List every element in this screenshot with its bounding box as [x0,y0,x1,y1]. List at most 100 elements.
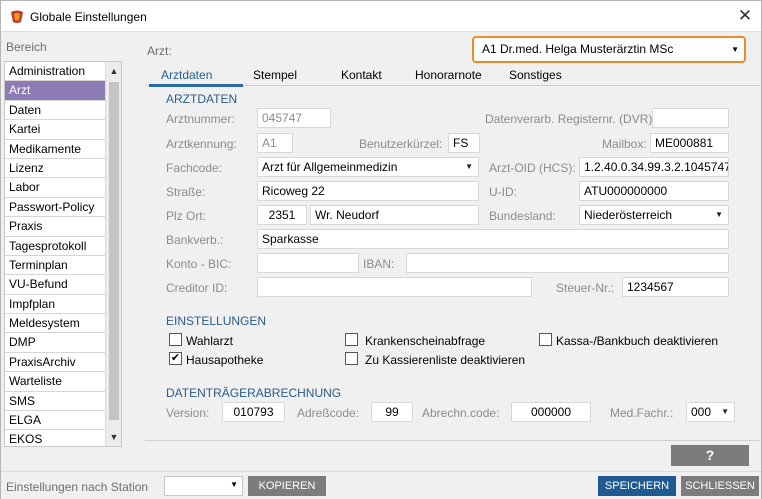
station-select[interactable]: ▼ [164,476,243,496]
sidebar-item-labor[interactable]: Labor [5,178,106,198]
main-content: Arzt: A1 Dr.med. Helga Musterärztin MSc … [145,35,760,441]
strasse-field[interactable]: Ricoweg 22 [257,181,479,201]
chevron-down-icon: ▼ [731,45,739,54]
station-label: Einstellungen nach Station [6,480,149,494]
close-icon[interactable]: ✕ [733,5,757,27]
scroll-thumb[interactable] [109,82,119,420]
mailbox-field[interactable]: ME000881 [650,133,729,153]
medfachr-select[interactable]: 000 ▼ [686,402,735,422]
tab-bar: Arztdaten Stempel Kontakt Honorarnote So… [145,66,760,86]
sidebar-item-lizenz[interactable]: Lizenz [5,159,106,179]
arztkennung-field: A1 [257,133,293,153]
sidebar-item-tagesprotokoll[interactable]: Tagesprotokoll [5,237,106,256]
creditor-label: Creditor ID: [166,281,228,295]
fachcode-select[interactable]: Arzt für Allgemeinmedizin ▼ [257,157,479,177]
uid-label: U-ID: [489,185,517,199]
window-title: Globale Einstellungen [30,10,147,24]
creditor-field[interactable] [257,277,532,297]
scroll-up-icon[interactable]: ▲ [106,63,121,79]
krankenschein-label: Krankenscheinabfrage [365,334,486,348]
adresscode-field[interactable]: 99 [371,402,413,422]
hausapotheke-checkbox[interactable]: ✔ [169,352,182,365]
sidebar-item-daten[interactable]: Daten [5,101,106,121]
help-button[interactable]: ? [671,445,749,466]
wahlarzt-checkbox[interactable] [169,333,182,346]
arzt-oid-field[interactable]: 1.2.40.0.34.99.3.2.1045747 [579,157,729,177]
adresscode-label: Adreßcode: [297,406,360,420]
sidebar-item-medikamente[interactable]: Medikamente [5,140,106,159]
kassa-checkbox[interactable] [539,333,552,346]
krankenschein-checkbox[interactable] [345,333,358,346]
version-field[interactable]: 010793 [222,402,285,422]
tab-sonstiges[interactable]: Sonstiges [509,68,562,82]
speichern-button[interactable]: SPEICHERN [598,476,676,496]
arztdaten-heading: ARZTDATEN [166,92,238,106]
sidebar-item-arzt[interactable]: Arzt [5,81,106,101]
bankverb-field[interactable]: Sparkasse [257,229,729,249]
sidebar-item-ekos[interactable]: EKOS [5,430,106,446]
steuer-field[interactable]: 1234567 [622,277,729,297]
mailbox-label: Mailbox: [602,137,647,151]
bundesland-select[interactable]: Niederösterreich ▼ [579,205,729,225]
scroll-down-icon[interactable]: ▼ [106,429,121,445]
kassierenliste-label: Zu Kassierenliste deaktivieren [365,353,526,367]
arztdaten-panel: ARZTDATEN Arztnummer: 045747 Datenverarb… [145,87,760,441]
sidebar: Administration Arzt Daten Kartei Medikamente… [4,61,122,447]
settings-window: Globale Einstellungen ✕ Bereich Administ… [0,0,762,499]
tab-kontakt[interactable]: Kontakt [341,68,382,82]
hausapotheke-label: Hausapotheke [186,353,264,367]
footer-bar: Einstellungen nach Station ▼ KOPIEREN SP… [1,471,761,499]
iban-field[interactable] [406,253,729,273]
sidebar-item-administration[interactable]: Administration [5,62,106,82]
sidebar-item-praxisarchiv[interactable]: PraxisArchiv [5,353,106,373]
uid-field[interactable]: ATU000000000 [579,181,729,201]
arzt-select[interactable]: A1 Dr.med. Helga Musterärztin MSc ▼ [472,36,746,63]
sidebar-item-terminplan[interactable]: Terminplan [5,256,106,276]
benutzerkuerzel-label: Benutzerkürzel: [359,137,443,151]
version-label: Version: [166,406,210,420]
sidebar-list: Administration Arzt Daten Kartei Medikamente… [5,62,106,446]
sidebar-item-kartei[interactable]: Kartei [5,120,106,140]
sidebar-item-passwort-policy[interactable]: Passwort-Policy [5,198,106,218]
tab-honorarnote[interactable]: Honorarnote [415,68,482,82]
title-bar: Globale Einstellungen ✕ [1,1,761,32]
arzt-select-value: A1 Dr.med. Helga Musterärztin MSc [482,42,674,56]
einstellungen-heading: EINSTELLUNGEN [166,314,267,328]
sidebar-item-meldesystem[interactable]: Meldesystem [5,314,106,334]
sidebar-item-warteliste[interactable]: Warteliste [5,372,106,392]
chevron-down-icon: ▼ [230,480,238,489]
kassa-label: Kassa-/Bankbuch deaktivieren [556,334,719,348]
arztnummer-label: Arztnummer: [166,112,235,126]
dvr-label: Datenverarb. Registernr. (DVR): [485,112,656,126]
sidebar-item-sms[interactable]: SMS [5,392,106,412]
chevron-down-icon: ▼ [721,407,729,416]
strasse-label: Straße: [166,185,206,199]
sidebar-item-elga[interactable]: ELGA [5,411,106,431]
dvr-field[interactable] [652,108,729,128]
datentraeger-heading: DATENTRÄGERABRECHNUNG [166,386,342,400]
medfachr-label: Med.Fachr.: [610,406,674,420]
chevron-down-icon: ▼ [465,162,473,171]
sidebar-item-vu-befund[interactable]: VU-Befund [5,275,106,295]
abrechn-label: Abrechn.code: [422,406,500,420]
sidebar-item-impfplan[interactable]: Impfplan [5,295,106,315]
benutzerkuerzel-field[interactable]: FS [448,133,480,153]
ort-field[interactable]: Wr. Neudorf [310,205,479,225]
bereich-label: Bereich [6,40,47,54]
abrechn-field[interactable]: 000000 [511,402,591,422]
iban-label: IBAN: [363,257,395,271]
tab-arztdaten[interactable]: Arztdaten [161,68,212,82]
kassierenliste-checkbox[interactable] [345,352,358,365]
tab-stempel[interactable]: Stempel [253,68,297,82]
plz-field[interactable]: 2351 [257,205,307,225]
kopieren-button[interactable]: KOPIEREN [248,476,326,496]
arztkennung-label: Arztkennung: [166,137,237,151]
konto-bic-field[interactable] [257,253,359,273]
sidebar-scrollbar[interactable]: ▲ ▼ [105,62,121,446]
fachcode-label: Fachcode: [166,161,223,175]
sidebar-item-dmp[interactable]: DMP [5,333,106,353]
schliessen-button[interactable]: SCHLIESSEN [681,476,759,496]
sidebar-item-praxis[interactable]: Praxis [5,217,106,237]
arzt-oid-label: Arzt-OID (HCS): [489,161,576,175]
chevron-down-icon: ▼ [715,210,723,219]
